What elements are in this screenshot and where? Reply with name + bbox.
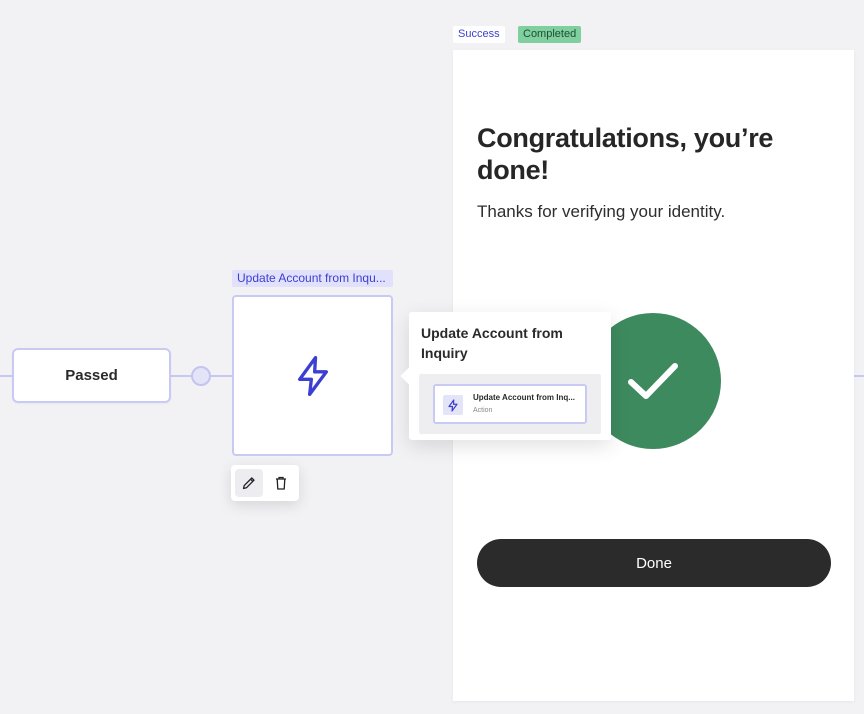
checkmark-icon (628, 363, 678, 399)
flow-canvas[interactable]: Passed Update Account from Inqu... Succe… (0, 0, 864, 714)
action-node[interactable] (232, 295, 393, 456)
passed-node[interactable]: Passed (12, 348, 171, 403)
completed-badge: Completed (518, 26, 582, 43)
screen-subheading: Thanks for verifying your identity. (477, 202, 726, 221)
popover-title: Update Account from Inquiry (421, 325, 563, 361)
passed-node-label: Passed (65, 367, 118, 384)
mini-node-subtitle: Action (473, 407, 493, 414)
done-button[interactable]: Done (477, 539, 831, 587)
popover-body: Update Account from Inq... Action (419, 374, 601, 434)
mini-action-node[interactable]: Update Account from Inq... Action (433, 384, 587, 424)
lightning-icon (297, 355, 328, 396)
mini-node-title: Update Account from Inq... (473, 393, 575, 402)
edge-left (0, 375, 12, 377)
node-toolbar (231, 465, 299, 501)
mini-lightning-icon (443, 395, 463, 415)
edge-right (854, 375, 864, 377)
trash-icon (276, 476, 286, 490)
pencil-icon (242, 477, 255, 490)
edit-button[interactable] (235, 469, 263, 497)
screen-heading: Congratulations, you’re done! (477, 123, 774, 185)
popover-arrow (400, 367, 418, 385)
edge-handle[interactable] (191, 366, 211, 386)
success-badge: Success (453, 26, 505, 43)
action-node-tag: Update Account from Inqu... (232, 270, 393, 287)
action-popover: Update Account from Inquiry Update Accou… (400, 312, 611, 440)
delete-button[interactable] (267, 469, 295, 497)
